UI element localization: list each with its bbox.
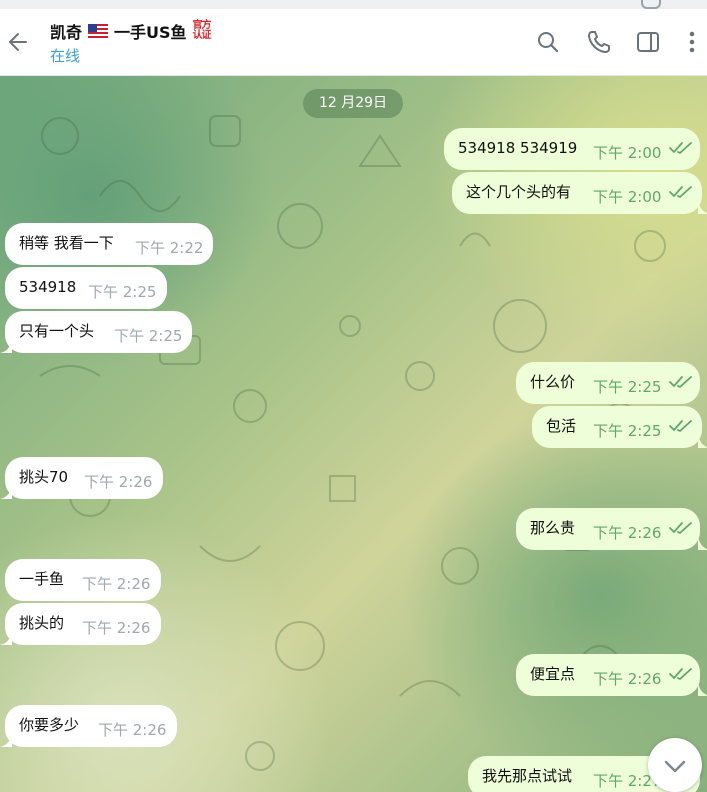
arrow-left-icon[interactable] bbox=[6, 29, 32, 55]
window-top-strip bbox=[0, 0, 707, 9]
chat-header: 凯奇 一手US鱼 官方 认证 在线 bbox=[0, 9, 707, 76]
window-corner-icon bbox=[641, 0, 661, 9]
chat-title-name: 凯奇 bbox=[50, 23, 83, 42]
phone-icon[interactable] bbox=[586, 29, 612, 55]
message-text: 534918 534919 bbox=[458, 139, 578, 157]
double-check-icon bbox=[669, 186, 692, 198]
double-check-icon bbox=[669, 142, 692, 154]
message-incoming[interactable]: 你要多少 下午 2:26 bbox=[5, 705, 177, 747]
message-outgoing[interactable]: 那么贵 下午 2:26 bbox=[516, 508, 700, 550]
message-text: 我先那点试试 bbox=[482, 767, 573, 785]
double-check-icon bbox=[669, 420, 692, 432]
message-text: 只有一个头 bbox=[19, 322, 95, 340]
message-text: 你要多少 bbox=[19, 716, 80, 734]
message-outgoing[interactable]: 包活 下午 2:25 bbox=[532, 406, 702, 448]
bubble-tail bbox=[0, 733, 12, 747]
message-time: 下午 2:25 bbox=[593, 378, 662, 396]
message-time: 下午 2:26 bbox=[82, 575, 151, 593]
message-time: 下午 2:25 bbox=[114, 327, 183, 345]
message-time: 下午 2:00 bbox=[593, 144, 662, 162]
us-flag-icon bbox=[88, 24, 109, 38]
message-text: 一手鱼 bbox=[19, 570, 65, 588]
message-time: 下午 2:25 bbox=[88, 283, 157, 301]
bubble-tail bbox=[0, 339, 12, 353]
bubble-tail bbox=[698, 536, 707, 550]
message-text: 那么贵 bbox=[530, 519, 576, 537]
message-outgoing[interactable]: 什么价 下午 2:25 bbox=[516, 362, 700, 404]
message-text: 挑头70 bbox=[19, 468, 69, 486]
message-time: 下午 2:26 bbox=[98, 721, 167, 739]
double-check-icon bbox=[669, 668, 692, 680]
chat-title-suffix: 一手US鱼 bbox=[114, 23, 187, 42]
message-incoming[interactable]: 一手鱼 下午 2:26 bbox=[5, 559, 161, 601]
message-time: 下午 2:22 bbox=[135, 239, 204, 257]
bubble-tail bbox=[698, 434, 707, 448]
message-outgoing[interactable]: 便宜点 下午 2:26 bbox=[516, 654, 700, 696]
message-outgoing[interactable]: 534918 534919 下午 2:00 bbox=[444, 128, 700, 170]
message-text: 稍等 我看一下 bbox=[19, 234, 114, 252]
double-check-icon bbox=[669, 522, 692, 534]
side-panel-icon[interactable] bbox=[635, 29, 661, 55]
chat-title[interactable]: 凯奇 一手US鱼 官方 认证 bbox=[50, 19, 212, 43]
message-text: 便宜点 bbox=[530, 665, 576, 683]
message-text: 534918 bbox=[19, 278, 77, 296]
more-vertical-icon[interactable] bbox=[679, 29, 705, 55]
online-status: 在线 bbox=[50, 47, 81, 65]
message-text: 挑头的 bbox=[19, 614, 65, 632]
message-time: 下午 2:26 bbox=[593, 670, 662, 688]
message-incoming[interactable]: 534918 下午 2:25 bbox=[5, 267, 167, 309]
bubble-tail bbox=[698, 200, 707, 214]
message-text: 包活 bbox=[546, 417, 577, 435]
message-text: 这个几个头的有 bbox=[466, 183, 572, 201]
scroll-to-bottom-button[interactable] bbox=[648, 738, 702, 792]
message-time: 下午 2:25 bbox=[593, 422, 662, 440]
message-incoming[interactable]: 挑头的 下午 2:26 bbox=[5, 603, 161, 645]
message-text: 什么价 bbox=[530, 373, 576, 391]
message-incoming[interactable]: 只有一个头 下午 2:25 bbox=[5, 311, 192, 353]
message-list[interactable]: 12 月29日 534918 534919 下午 2:00 这个几个头的有 下午… bbox=[0, 76, 707, 792]
bubble-tail bbox=[698, 682, 707, 696]
search-icon[interactable] bbox=[535, 29, 561, 55]
bubble-tail bbox=[0, 485, 12, 499]
message-time: 下午 2:00 bbox=[593, 188, 662, 206]
message-time: 下午 2:26 bbox=[593, 524, 662, 542]
message-time: 下午 2:26 bbox=[82, 619, 151, 637]
bubble-tail bbox=[0, 631, 12, 645]
message-incoming[interactable]: 稍等 我看一下 下午 2:22 bbox=[5, 223, 213, 265]
seal-line-2: 认证 bbox=[192, 30, 212, 41]
message-outgoing[interactable]: 这个几个头的有 下午 2:00 bbox=[452, 172, 702, 214]
date-separator: 12 月29日 bbox=[303, 89, 403, 118]
message-time: 下午 2:26 bbox=[84, 473, 153, 491]
double-check-icon bbox=[669, 376, 692, 388]
message-incoming[interactable]: 挑头70 下午 2:26 bbox=[5, 457, 163, 499]
official-seal: 官方 认证 bbox=[192, 21, 212, 41]
chevron-down-icon bbox=[664, 760, 686, 773]
